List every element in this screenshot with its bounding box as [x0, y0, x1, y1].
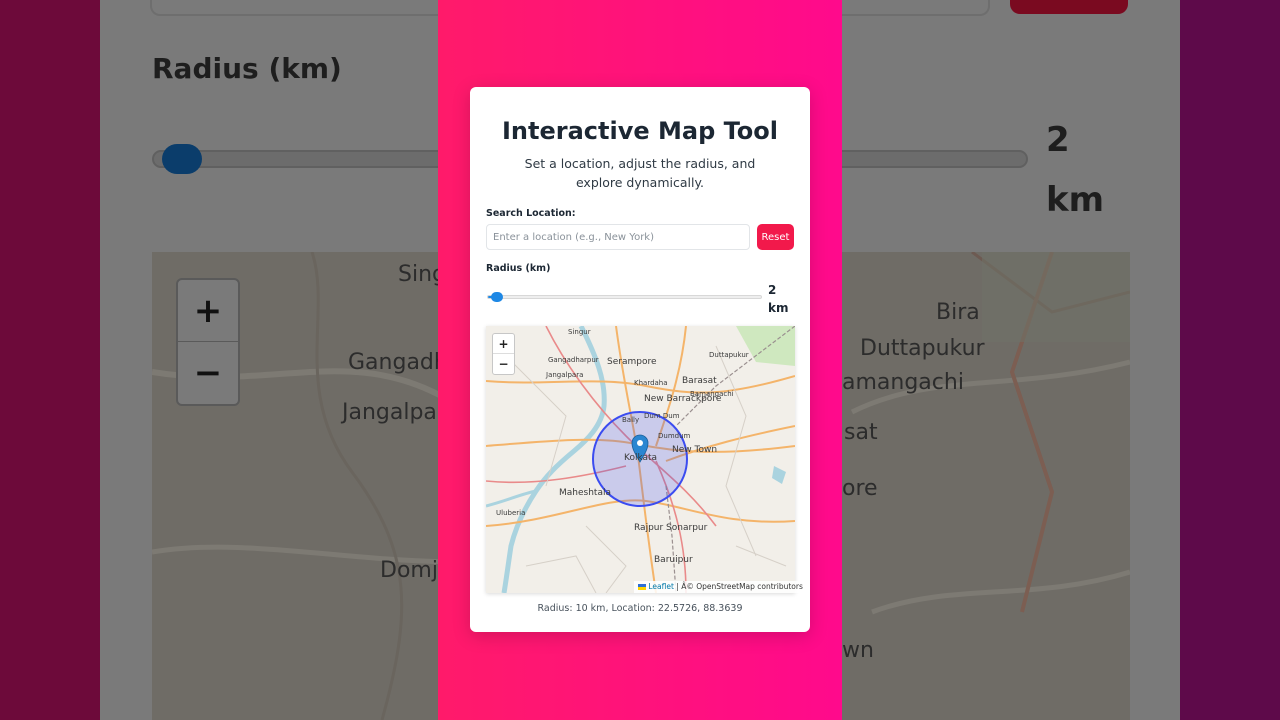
backdrop-place-label: sat	[844, 420, 878, 445]
map-place-label: Khardaha	[634, 379, 668, 387]
page-title: Interactive Map Tool	[502, 117, 778, 145]
osm-attribution-text: | Â© OpenStreetMap contributors	[673, 582, 803, 591]
radius-slider-track[interactable]	[487, 295, 762, 299]
radius-value-unit: km	[768, 301, 789, 315]
backdrop-place-label: amangachi	[842, 370, 964, 395]
radius-value-number: 2	[768, 283, 777, 297]
leaflet-link[interactable]: Leaflet	[648, 582, 674, 591]
backdrop-band-right	[1180, 0, 1280, 720]
backdrop-place-label: Jangalpar	[342, 400, 446, 425]
map-water	[772, 466, 786, 484]
map-place-label: Singur	[568, 328, 591, 336]
backdrop-band-left	[0, 0, 100, 720]
map-place-label: Rajpur Sonarpur	[634, 523, 708, 533]
zoom-out-button[interactable]: −	[493, 354, 514, 374]
radius-label: Radius (km)	[486, 263, 551, 274]
ukraine-flag-icon	[638, 584, 646, 590]
map-place-label: Duttapukur	[709, 351, 749, 359]
map-river	[501, 326, 607, 593]
zoom-in-button[interactable]: +	[493, 334, 514, 354]
map-place-label: Jangalpara	[546, 371, 584, 379]
map-attribution: Leaflet | Â© OpenStreetMap contributors	[634, 581, 807, 593]
backdrop-reset-button	[1010, 0, 1128, 14]
search-input[interactable]	[486, 224, 750, 250]
map-place-label: Bally	[622, 416, 640, 424]
map-place-label: New Barrackpore	[644, 394, 722, 404]
map-place-label: New Town	[672, 445, 718, 455]
backdrop-radius-label: Radius (km)	[152, 52, 342, 85]
reset-button[interactable]: Reset	[757, 224, 794, 250]
map-place-label: Barasat	[682, 376, 717, 386]
search-label: Search Location:	[486, 208, 576, 219]
map-place-label: Dumdum	[658, 432, 691, 440]
map-place-label: Gangadharpur	[548, 356, 599, 364]
backdrop-place-label: wn	[842, 638, 874, 663]
backdrop-zoom-control: + −	[176, 278, 240, 406]
radius-slider-thumb[interactable]	[490, 292, 503, 302]
map-place-label: Maheshtala	[559, 488, 611, 498]
map-place-label: Kolkata	[624, 453, 658, 463]
map-place-label: Dum Dum	[644, 412, 680, 420]
backdrop-slider-thumb	[162, 144, 202, 174]
status-text: Radius: 10 km, Location: 22.5726, 88.363…	[537, 603, 743, 614]
map-place-label: Uluberia	[496, 509, 526, 517]
map-place-label: Serampore	[607, 357, 657, 367]
map-place-label: Baruipur	[654, 555, 693, 565]
backdrop-place-label: Duttapukur	[860, 336, 985, 361]
map-zoom-control: + −	[492, 333, 515, 375]
map-green-area	[736, 326, 795, 366]
backdrop-place-label: ore	[842, 476, 878, 501]
backdrop-place-label: Bira	[936, 300, 980, 325]
backdrop-place-label: Gangadh	[348, 350, 448, 375]
page-subtitle: Set a location, adjust the radius, and e…	[524, 156, 756, 190]
map-view[interactable]: Singur Gangadharpur Serampore Duttapukur…	[486, 326, 795, 593]
radius-value: 2 km	[768, 281, 788, 317]
